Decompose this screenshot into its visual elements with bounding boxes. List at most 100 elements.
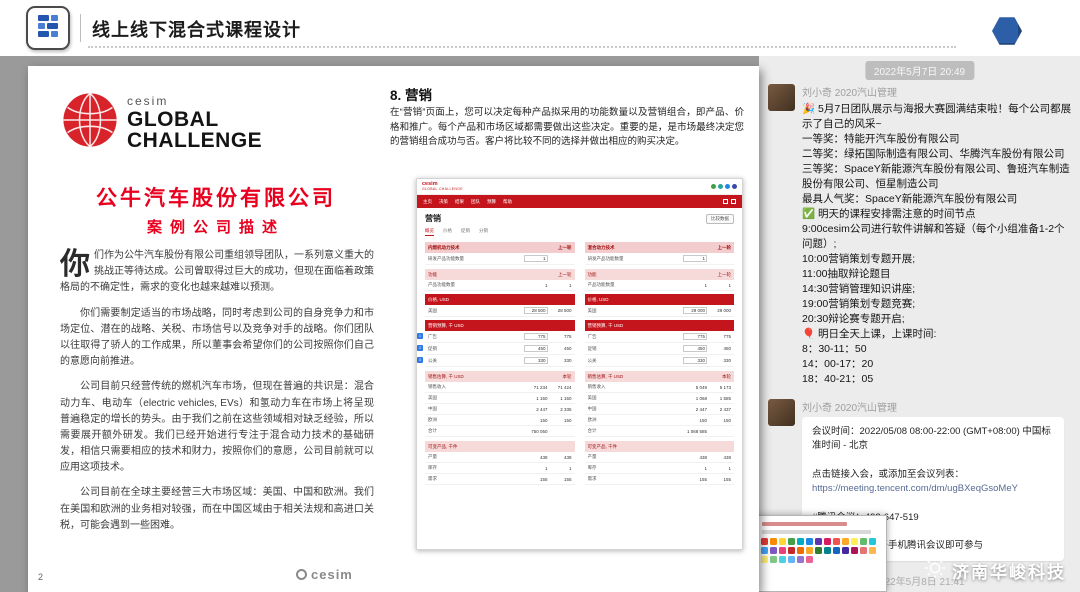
emoji-icon[interactable]	[860, 547, 867, 554]
emoji-icon[interactable]	[806, 547, 813, 554]
sim-row: 产量438438	[425, 452, 575, 463]
sim-row: 2促销450450	[425, 343, 575, 355]
sim-row: 产量438438	[585, 452, 735, 463]
emoji-icon[interactable]	[824, 547, 831, 554]
emoji-icon[interactable]	[770, 556, 777, 563]
cesim-screenshot: cesim GLOBAL CHALLENGE 主页决策结果团队预算帮助 营销 比…	[416, 178, 743, 550]
blue-blocks-icon	[35, 13, 61, 44]
sim-row: 需求155155	[585, 474, 735, 485]
emoji-icon[interactable]	[842, 538, 849, 545]
emoji-icon[interactable]	[806, 556, 813, 563]
page-number: 2	[38, 572, 43, 582]
emoji-icon[interactable]	[788, 547, 795, 554]
cesim-footer-logo: cesim	[296, 567, 353, 582]
sim-menu-item: 帮助	[503, 199, 512, 205]
sim-row: 3公关330330	[425, 355, 575, 367]
sim-row: 公关330330	[585, 355, 735, 367]
emoji-icon[interactable]	[788, 538, 795, 545]
sim-row: 研发产品功能数量1	[585, 253, 735, 265]
sim-language-icons	[711, 184, 737, 189]
footer-logo-text: cesim	[311, 567, 353, 582]
sim-row: 中国2 4472 335	[425, 404, 575, 415]
sim-brand-sub: GLOBAL CHALLENGE	[422, 188, 463, 192]
brand-challenge: CHALLENGE	[127, 130, 262, 151]
emoji-icon[interactable]	[779, 538, 786, 545]
emoji-icon[interactable]	[779, 556, 786, 563]
chat-date-pill: 2022年5月7日 20:49	[865, 61, 974, 80]
emoji-icon[interactable]	[869, 538, 876, 545]
emoji-icon[interactable]	[824, 538, 831, 545]
avatar[interactable]	[768, 399, 795, 426]
meeting-link[interactable]: https://meeting.tencent.com/dm/ugBXeqGso…	[812, 482, 1054, 496]
sim-menu-item: 结果	[455, 199, 464, 205]
emoji-icon[interactable]	[788, 556, 795, 563]
sim-tab: 促销	[461, 228, 470, 236]
note-badge-icon: 3	[417, 357, 423, 363]
sim-subheader: 功能上一轮	[425, 269, 575, 280]
paragraph: 你们作为公牛汽车股份有限公司重组领导团队，一系列意义重大的挑战正等待达成。公司曾…	[60, 248, 374, 297]
section-heading: 8. 营销	[390, 84, 432, 104]
sim-row: 美国28 50028 500	[425, 305, 575, 317]
emoji-icon[interactable]	[806, 538, 813, 545]
emoji-icon[interactable]	[761, 538, 768, 545]
emoji-icon[interactable]	[770, 538, 777, 545]
sim-subheader: 可变产品, 千件	[425, 441, 575, 452]
emoji-grid	[761, 538, 882, 563]
cesim-logo: cesim GLOBAL CHALLENGE	[62, 92, 262, 153]
emoji-icon[interactable]	[869, 547, 876, 554]
emoji-icon[interactable]	[761, 556, 768, 563]
emoji-icon[interactable]	[851, 547, 858, 554]
sim-row: 需求155155	[425, 474, 575, 485]
sim-section-header: 混合动力技术上一轮	[585, 242, 735, 253]
emoji-icon[interactable]	[779, 547, 786, 554]
dotted-rule	[88, 46, 956, 48]
brand-cesim: cesim	[127, 95, 262, 107]
sim-tab: 价格	[443, 228, 452, 236]
avatar[interactable]	[768, 84, 795, 111]
sim-tabs: 概览价格促销分销	[425, 228, 734, 236]
emoji-icon[interactable]	[797, 556, 804, 563]
section-body: 在“营销”页面上，您可以决定每种产品拟采用的功能数量以及营销组合，即产品、价格和…	[390, 106, 744, 150]
sender-name: 刘小奇 2020汽山管理	[802, 399, 1070, 414]
sim-subheader: 功能上一轮	[585, 269, 735, 280]
emoji-icon[interactable]	[842, 547, 849, 554]
emoji-icon[interactable]	[761, 547, 768, 554]
sim-row: 广告775775	[585, 331, 735, 343]
ring-icon	[296, 569, 307, 580]
sim-panel-hybrid: 混合动力技术上一轮研发产品功能数量1功能上一轮产品功能数量11价格, USD美国…	[585, 242, 735, 485]
emoji-icon[interactable]	[770, 547, 777, 554]
grid-icon	[723, 199, 728, 204]
paragraph: 公司目前只经营传统的燃机汽车市场，但现在普遍的共识是：混合动力车、电动车（ele…	[60, 379, 374, 476]
sim-subheader: 价格, USD	[585, 294, 735, 305]
sender-name: 刘小奇 2020汽山管理	[802, 84, 1070, 99]
company-title: 公牛汽车股份有限公司	[56, 182, 376, 212]
emoji-icon[interactable]	[833, 538, 840, 545]
sim-subheader: 销售估算, 千 USD本轮	[585, 371, 735, 382]
emoji-icon[interactable]	[833, 547, 840, 554]
sim-row: 美国29 00029 000	[585, 305, 735, 317]
emoji-icon[interactable]	[815, 547, 822, 554]
sticker-panel[interactable]	[759, 515, 887, 592]
sim-subheader: 销售估算, 千 USD本轮	[425, 371, 575, 382]
sim-menubar: 主页决策结果团队预算帮助	[417, 195, 742, 208]
message-text: 🎉 5月7日团队展示与海报大赛圆满结束啦！每个公司都展示了自己的风采~ 一等奖：…	[802, 102, 1074, 387]
chat-panel[interactable]: 2022年5月7日 20:49 刘小奇 2020汽山管理 🎉 5月7日团队展示与…	[759, 56, 1080, 592]
sim-panel-ice: 内燃机动力技术上一轮研发产品功能数量1功能上一轮产品功能数量11价格, USD美…	[425, 242, 575, 485]
popup-text-line	[762, 530, 871, 534]
popup-text-line	[762, 522, 847, 526]
sim-row: 中国2 4472 437	[585, 404, 735, 415]
emoji-icon[interactable]	[860, 538, 867, 545]
chat-scroll-area[interactable]: 2022年5月7日 20:49 刘小奇 2020汽山管理 🎉 5月7日团队展示与…	[759, 56, 1080, 592]
sim-row: 合计750 050	[425, 426, 575, 437]
sim-row: 美国1 0681 585	[585, 393, 735, 404]
emoji-icon[interactable]	[797, 547, 804, 554]
page-title: 线上线下混合式课程设计	[92, 16, 301, 42]
watermark-text: 济南华峻科技	[952, 558, 1066, 583]
sim-content: 营销 比较数据 概览价格促销分销 内燃机动力技术上一轮研发产品功能数量1功能上一…	[417, 208, 742, 549]
emoji-icon[interactable]	[815, 538, 822, 545]
emoji-icon[interactable]	[851, 538, 858, 545]
hexagon-icon	[992, 16, 1022, 46]
emoji-icon[interactable]	[797, 538, 804, 545]
sim-menu-item: 主页	[423, 199, 432, 205]
sim-row: 研发产品功能数量1	[425, 253, 575, 265]
